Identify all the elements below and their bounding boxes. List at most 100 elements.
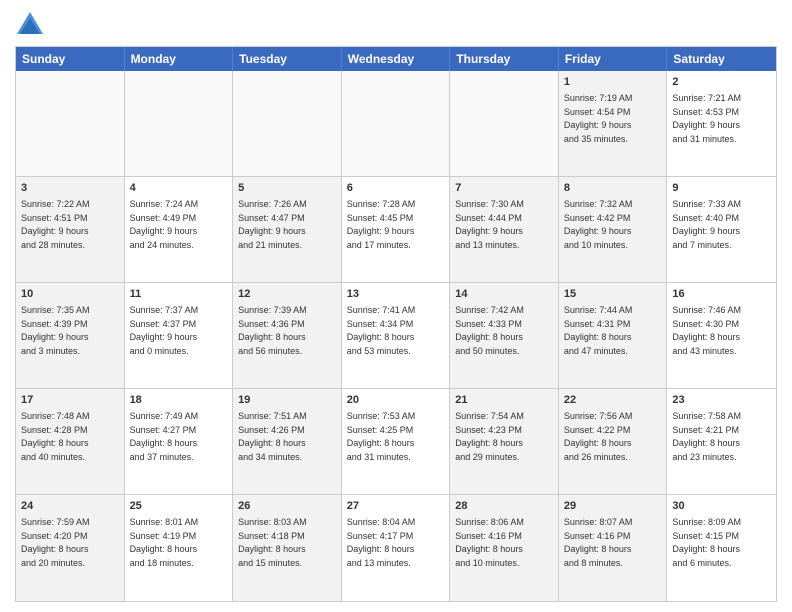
day-number: 19	[238, 393, 336, 408]
day-number: 3	[21, 181, 119, 196]
day-number: 30	[672, 499, 771, 514]
calendar-row: 3 Sunrise: 7:22 AM Sunset: 4:51 PM Daylig…	[16, 177, 776, 283]
day-detail: Sunrise: 8:09 AM Sunset: 4:15 PM Dayligh…	[672, 517, 741, 568]
calendar-cell	[16, 71, 125, 176]
day-detail: Sunrise: 8:04 AM Sunset: 4:17 PM Dayligh…	[347, 517, 416, 568]
calendar-cell: 18 Sunrise: 7:49 AM Sunset: 4:27 PM Dayli…	[125, 389, 234, 494]
calendar-body: 1 Sunrise: 7:19 AM Sunset: 4:54 PM Daylig…	[16, 71, 776, 601]
weekday-header: Saturday	[667, 47, 776, 71]
weekday-header: Friday	[559, 47, 668, 71]
calendar-cell: 13 Sunrise: 7:41 AM Sunset: 4:34 PM Dayli…	[342, 283, 451, 388]
calendar-cell: 10 Sunrise: 7:35 AM Sunset: 4:39 PM Dayli…	[16, 283, 125, 388]
calendar-cell: 21Sunrise: 7:54 AM Sunset: 4:23 PM Dayli…	[450, 389, 559, 494]
calendar-cell: 7 Sunrise: 7:30 AM Sunset: 4:44 PM Daylig…	[450, 177, 559, 282]
day-detail: Sunrise: 7:59 AM Sunset: 4:20 PM Dayligh…	[21, 517, 90, 568]
weekday-header: Wednesday	[342, 47, 451, 71]
calendar-cell: 29 Sunrise: 8:07 AM Sunset: 4:16 PM Dayli…	[559, 495, 668, 601]
day-detail: Sunrise: 7:30 AM Sunset: 4:44 PM Dayligh…	[455, 199, 524, 250]
day-number: 28	[455, 499, 553, 514]
day-number: 10	[21, 287, 119, 302]
weekday-header: Sunday	[16, 47, 125, 71]
calendar-row: 1 Sunrise: 7:19 AM Sunset: 4:54 PM Daylig…	[16, 71, 776, 177]
calendar-cell	[450, 71, 559, 176]
calendar-cell: 6Sunrise: 7:28 AM Sunset: 4:45 PM Daylig…	[342, 177, 451, 282]
calendar-cell: 19 Sunrise: 7:51 AM Sunset: 4:26 PM Dayli…	[233, 389, 342, 494]
calendar-cell: 1 Sunrise: 7:19 AM Sunset: 4:54 PM Daylig…	[559, 71, 668, 176]
day-number: 15	[564, 287, 662, 302]
day-detail: Sunrise: 7:33 AM Sunset: 4:40 PM Dayligh…	[672, 199, 741, 250]
calendar-cell: 25Sunrise: 8:01 AM Sunset: 4:19 PM Dayli…	[125, 495, 234, 601]
calendar-cell: 5 Sunrise: 7:26 AM Sunset: 4:47 PM Daylig…	[233, 177, 342, 282]
weekday-header: Monday	[125, 47, 234, 71]
day-detail: Sunrise: 7:22 AM Sunset: 4:51 PM Dayligh…	[21, 199, 90, 250]
day-detail: Sunrise: 7:24 AM Sunset: 4:49 PM Dayligh…	[130, 199, 199, 250]
calendar-cell: 24 Sunrise: 7:59 AM Sunset: 4:20 PM Dayli…	[16, 495, 125, 601]
day-number: 29	[564, 499, 662, 514]
calendar: SundayMondayTuesdayWednesdayThursdayFrid…	[15, 46, 777, 602]
day-number: 4	[130, 181, 228, 196]
day-detail: Sunrise: 8:07 AM Sunset: 4:16 PM Dayligh…	[564, 517, 633, 568]
day-detail: Sunrise: 7:54 AM Sunset: 4:23 PM Dayligh…	[455, 411, 524, 462]
day-number: 25	[130, 499, 228, 514]
day-number: 26	[238, 499, 336, 514]
weekday-header: Tuesday	[233, 47, 342, 71]
calendar-cell	[233, 71, 342, 176]
calendar-cell: 23 Sunrise: 7:58 AM Sunset: 4:21 PM Dayli…	[667, 389, 776, 494]
calendar-cell: 12 Sunrise: 7:39 AM Sunset: 4:36 PM Dayli…	[233, 283, 342, 388]
day-detail: Sunrise: 7:58 AM Sunset: 4:21 PM Dayligh…	[672, 411, 741, 462]
day-detail: Sunrise: 7:19 AM Sunset: 4:54 PM Dayligh…	[564, 93, 633, 144]
calendar-cell: 4 Sunrise: 7:24 AM Sunset: 4:49 PM Daylig…	[125, 177, 234, 282]
day-detail: Sunrise: 8:06 AM Sunset: 4:16 PM Dayligh…	[455, 517, 524, 568]
calendar-cell: 20 Sunrise: 7:53 AM Sunset: 4:25 PM Dayli…	[342, 389, 451, 494]
day-detail: Sunrise: 7:48 AM Sunset: 4:28 PM Dayligh…	[21, 411, 90, 462]
calendar-cell: 27 Sunrise: 8:04 AM Sunset: 4:17 PM Dayli…	[342, 495, 451, 601]
weekday-header: Thursday	[450, 47, 559, 71]
calendar-cell: 11 Sunrise: 7:37 AM Sunset: 4:37 PM Dayli…	[125, 283, 234, 388]
calendar-cell: 30 Sunrise: 8:09 AM Sunset: 4:15 PM Dayli…	[667, 495, 776, 601]
calendar-row: 24 Sunrise: 7:59 AM Sunset: 4:20 PM Dayli…	[16, 495, 776, 601]
calendar-cell: 16 Sunrise: 7:46 AM Sunset: 4:30 PM Dayli…	[667, 283, 776, 388]
day-number: 5	[238, 181, 336, 196]
day-number: 27	[347, 499, 445, 514]
day-number: 22	[564, 393, 662, 408]
day-detail: Sunrise: 7:44 AM Sunset: 4:31 PM Dayligh…	[564, 305, 633, 356]
day-number: 24	[21, 499, 119, 514]
day-number: 18	[130, 393, 228, 408]
day-detail: Sunrise: 7:26 AM Sunset: 4:47 PM Dayligh…	[238, 199, 307, 250]
day-number: 8	[564, 181, 662, 196]
calendar-cell: 22Sunrise: 7:56 AM Sunset: 4:22 PM Dayli…	[559, 389, 668, 494]
day-detail: Sunrise: 7:28 AM Sunset: 4:45 PM Dayligh…	[347, 199, 416, 250]
day-detail: Sunrise: 7:41 AM Sunset: 4:34 PM Dayligh…	[347, 305, 416, 356]
day-number: 20	[347, 393, 445, 408]
day-number: 7	[455, 181, 553, 196]
calendar-cell: 28 Sunrise: 8:06 AM Sunset: 4:16 PM Dayli…	[450, 495, 559, 601]
day-detail: Sunrise: 7:46 AM Sunset: 4:30 PM Dayligh…	[672, 305, 741, 356]
day-detail: Sunrise: 7:51 AM Sunset: 4:26 PM Dayligh…	[238, 411, 307, 462]
day-number: 12	[238, 287, 336, 302]
calendar-row: 17 Sunrise: 7:48 AM Sunset: 4:28 PM Dayli…	[16, 389, 776, 495]
day-number: 17	[21, 393, 119, 408]
day-number: 16	[672, 287, 771, 302]
day-number: 1	[564, 75, 662, 90]
day-detail: Sunrise: 7:21 AM Sunset: 4:53 PM Dayligh…	[672, 93, 741, 144]
calendar-cell: 26Sunrise: 8:03 AM Sunset: 4:18 PM Dayli…	[233, 495, 342, 601]
calendar-cell: 2Sunrise: 7:21 AM Sunset: 4:53 PM Daylig…	[667, 71, 776, 176]
calendar-cell: 3 Sunrise: 7:22 AM Sunset: 4:51 PM Daylig…	[16, 177, 125, 282]
day-number: 23	[672, 393, 771, 408]
day-number: 14	[455, 287, 553, 302]
day-detail: Sunrise: 7:39 AM Sunset: 4:36 PM Dayligh…	[238, 305, 307, 356]
calendar-header: SundayMondayTuesdayWednesdayThursdayFrid…	[16, 47, 776, 71]
day-detail: Sunrise: 7:35 AM Sunset: 4:39 PM Dayligh…	[21, 305, 90, 356]
calendar-cell: 17 Sunrise: 7:48 AM Sunset: 4:28 PM Dayli…	[16, 389, 125, 494]
day-number: 13	[347, 287, 445, 302]
day-detail: Sunrise: 7:53 AM Sunset: 4:25 PM Dayligh…	[347, 411, 416, 462]
day-number: 11	[130, 287, 228, 302]
day-detail: Sunrise: 7:37 AM Sunset: 4:37 PM Dayligh…	[130, 305, 199, 356]
calendar-row: 10 Sunrise: 7:35 AM Sunset: 4:39 PM Dayli…	[16, 283, 776, 389]
day-number: 9	[672, 181, 771, 196]
calendar-cell: 9 Sunrise: 7:33 AM Sunset: 4:40 PM Daylig…	[667, 177, 776, 282]
logo-icon	[15, 10, 45, 40]
header	[15, 10, 777, 40]
logo	[15, 10, 49, 40]
day-detail: Sunrise: 7:49 AM Sunset: 4:27 PM Dayligh…	[130, 411, 199, 462]
